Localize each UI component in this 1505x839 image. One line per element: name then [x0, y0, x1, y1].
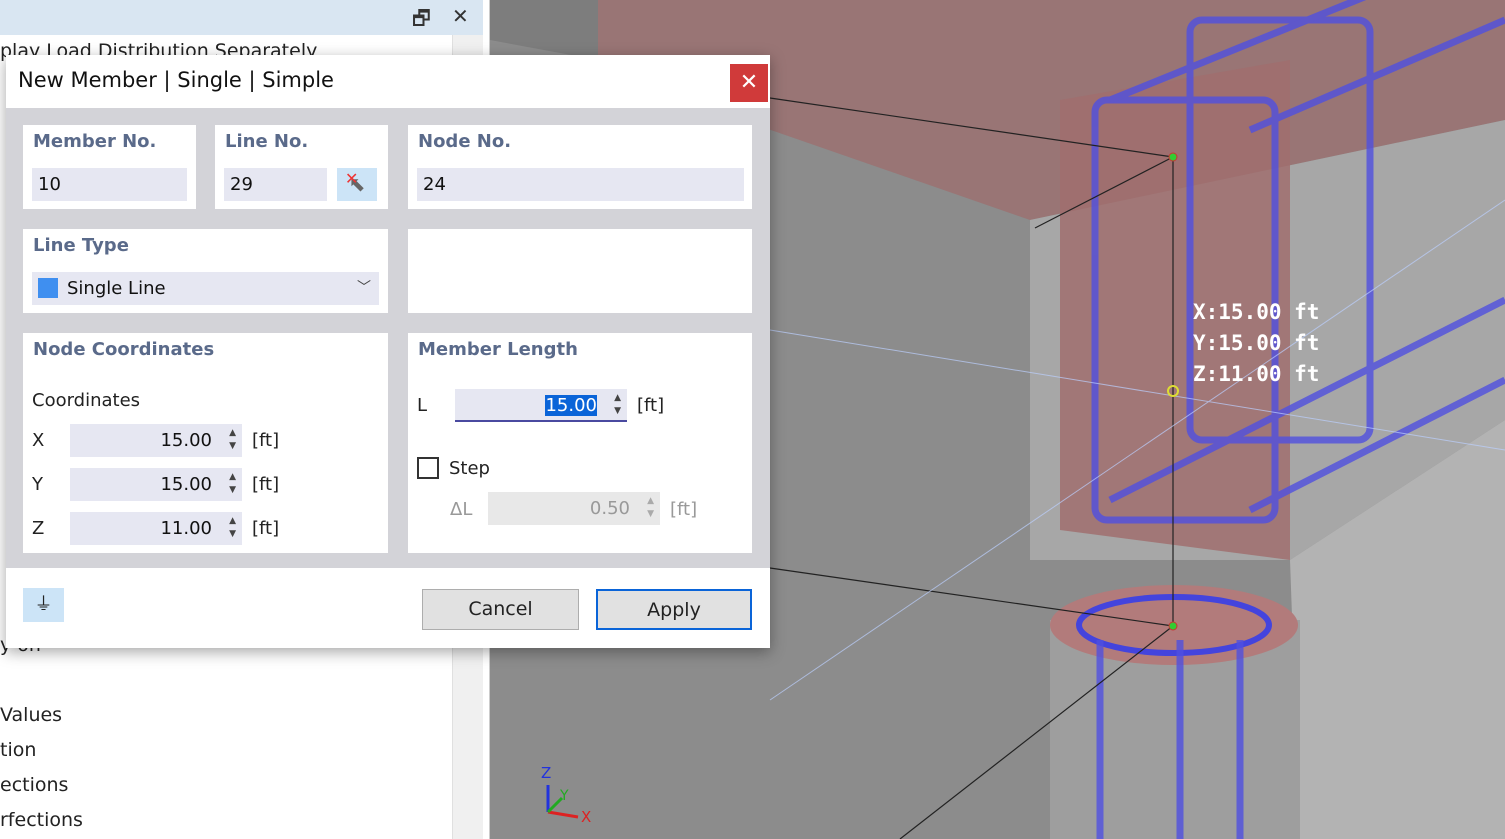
- node-coordinates-label: Node Coordinates: [33, 339, 215, 360]
- spinner[interactable]: ▲ ▼: [229, 515, 236, 541]
- x-unit: [ft]: [252, 430, 280, 451]
- line-type-value: Single Line: [67, 278, 166, 299]
- line-no-input[interactable]: 29: [224, 168, 327, 201]
- z-value: 11.00: [160, 518, 212, 539]
- x-value: 15.00: [160, 430, 212, 451]
- line-no-label: Line No.: [225, 131, 309, 152]
- y-coordinate-input[interactable]: 15.00 ▲ ▼: [70, 468, 242, 501]
- length-unit: [ft]: [637, 395, 665, 416]
- coord-label-x: X:15.00 ft: [1193, 300, 1320, 324]
- y-label: Y: [32, 474, 43, 495]
- member-no-input[interactable]: 10: [32, 168, 187, 201]
- dialog-title: New Member | Single | Simple: [18, 68, 334, 92]
- pick-line-button[interactable]: ✕ ⬉: [337, 168, 377, 201]
- node-no-label: Node No.: [418, 131, 512, 152]
- dialog-titlebar[interactable]: New Member | Single | Simple ✕: [6, 55, 770, 108]
- line-type-card: Line Type Single Line ﹀: [23, 229, 388, 313]
- y-value: 15.00: [160, 474, 212, 495]
- coordinates-label: Coordinates: [32, 390, 141, 411]
- delta-value: 0.50: [589, 498, 630, 519]
- chevron-down-icon: ﹀: [357, 280, 371, 296]
- member-length-label: Member Length: [418, 339, 578, 360]
- line-type-color-swatch: [38, 278, 58, 298]
- length-value: 15.00: [545, 395, 597, 416]
- apply-button[interactable]: Apply: [596, 589, 752, 630]
- list-item[interactable]: ections: [0, 774, 68, 796]
- line-type-label: Line Type: [33, 235, 129, 256]
- z-label: Z: [32, 518, 45, 539]
- node-no-card: Node No. 24: [408, 125, 752, 209]
- spinner[interactable]: ▲ ▼: [229, 427, 236, 453]
- close-icon[interactable]: ✕: [452, 4, 469, 28]
- coord-label-y: Y:15.00 ft: [1193, 331, 1320, 355]
- new-member-dialog: New Member | Single | Simple ✕ Member No…: [6, 55, 770, 648]
- line-type-select[interactable]: Single Line ﹀: [32, 272, 379, 305]
- z-coordinate-input[interactable]: 11.00 ▲ ▼: [70, 512, 242, 545]
- spinner: ▲ ▼: [647, 496, 654, 519]
- pick-cursor-icon: ✕ ⬉: [345, 169, 366, 196]
- coord-label-z: Z:11.00 ft: [1193, 362, 1320, 386]
- delta-label: ΔL: [450, 499, 473, 520]
- spinner[interactable]: ▲ ▼: [614, 392, 621, 418]
- length-input[interactable]: 15.00 ▲ ▼: [455, 389, 627, 422]
- axis-y-label: Y: [560, 788, 569, 804]
- restore-icon[interactable]: 🗗: [412, 4, 431, 38]
- delta-unit: [ft]: [670, 499, 698, 520]
- list-item[interactable]: Values: [0, 704, 62, 726]
- empty-card: [408, 229, 752, 313]
- dialog-footer: ⏚ Cancel Apply: [6, 568, 770, 648]
- step-checkbox[interactable]: [417, 457, 439, 479]
- step-label: Step: [449, 458, 490, 479]
- member-no-card: Member No. 10: [23, 125, 196, 209]
- cancel-button[interactable]: Cancel: [422, 589, 579, 630]
- list-item[interactable]: rfections: [0, 809, 83, 831]
- axis-z-label: Z: [541, 764, 552, 782]
- line-no-card: Line No. 29 ✕ ⬉: [215, 125, 388, 209]
- member-no-label: Member No.: [33, 131, 157, 152]
- dialog-close-button[interactable]: ✕: [730, 64, 768, 102]
- list-item[interactable]: tion: [0, 739, 36, 761]
- spinner[interactable]: ▲ ▼: [229, 471, 236, 497]
- step-delta-input: 0.50 ▲ ▼: [488, 492, 660, 525]
- length-label: L: [417, 395, 428, 416]
- panel-titlebar: 🗗 ✕: [0, 0, 483, 35]
- x-coordinate-input[interactable]: 15.00 ▲ ▼: [70, 424, 242, 457]
- y-unit: [ft]: [252, 474, 280, 495]
- x-label: X: [32, 430, 45, 451]
- node-coordinates-card: Node Coordinates Coordinates X 15.00 ▲ ▼ […: [23, 333, 388, 553]
- node-no-input[interactable]: 24: [417, 168, 744, 201]
- view-toggle-button[interactable]: ⏚: [23, 588, 64, 622]
- axis-x-label: X: [581, 808, 592, 826]
- z-unit: [ft]: [252, 518, 280, 539]
- member-length-card: Member Length L 15.00 ▲ ▼ [ft] Step ΔL 0.5…: [408, 333, 752, 553]
- dialog-view-icon: ⏚: [34, 594, 53, 615]
